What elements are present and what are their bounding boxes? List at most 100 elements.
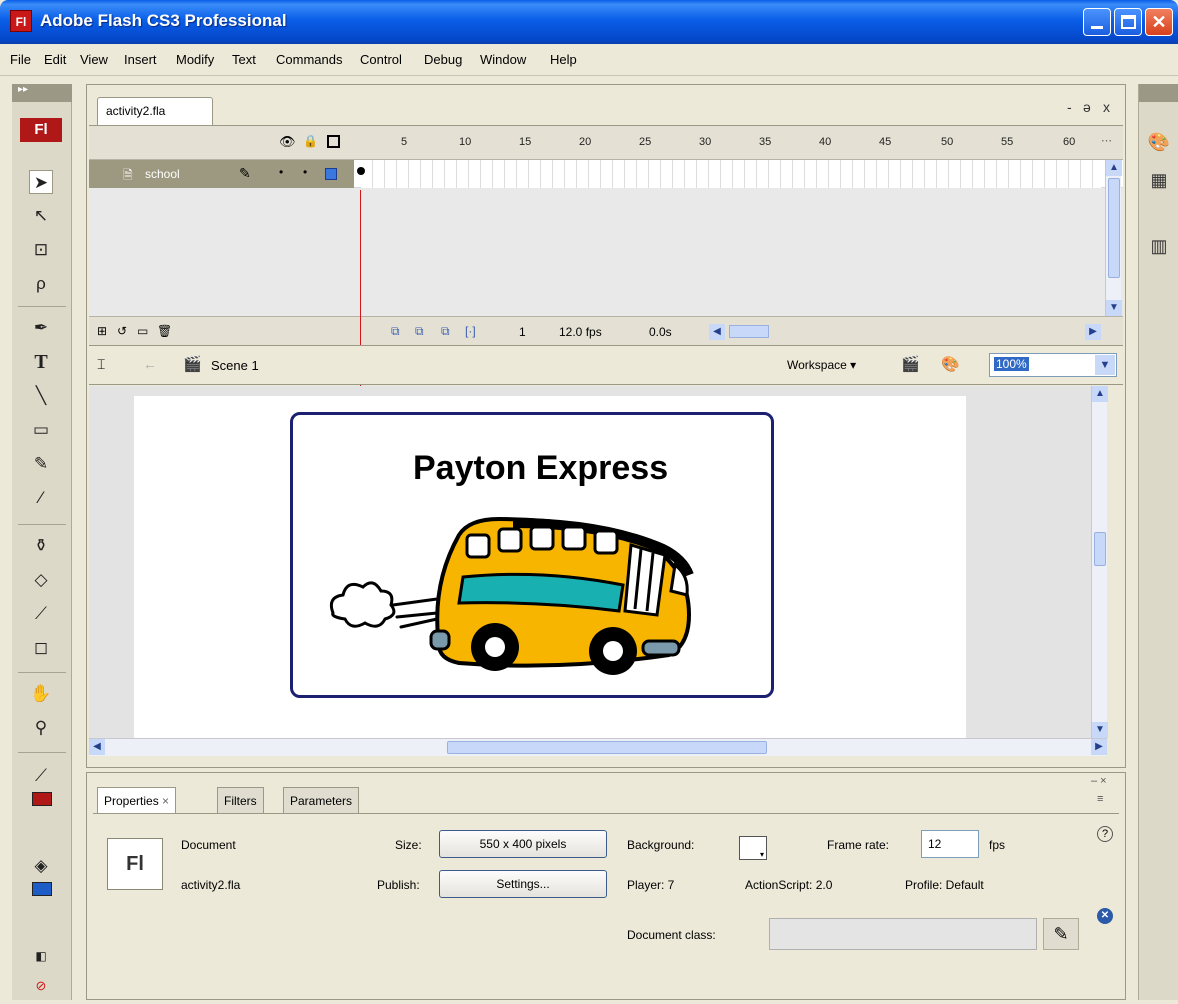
panel-restore-icon[interactable]: ǝ <box>1083 99 1091 115</box>
publish-settings-button[interactable]: Settings... <box>439 870 607 898</box>
scroll-up-icon[interactable]: ▲ <box>1106 160 1122 176</box>
panel-minimize-icon[interactable]: - <box>1067 99 1072 115</box>
selection-tool-icon[interactable]: ➤ <box>29 170 53 194</box>
lock-icon[interactable]: 🔒 <box>303 134 318 148</box>
stroke-color-icon[interactable]: ⟋ <box>29 764 53 788</box>
scroll-thumb[interactable] <box>447 741 767 754</box>
timeline-menu-icon[interactable]: ⋯ <box>1101 134 1112 147</box>
zoom-tool-icon[interactable]: ⚲ <box>29 716 53 740</box>
layer-outline-color[interactable] <box>325 168 337 180</box>
menu-edit[interactable]: Edit <box>44 52 66 67</box>
help-icon[interactable]: ? <box>1097 826 1113 842</box>
delete-layer-icon[interactable]: 🗑 <box>157 324 172 338</box>
close-button[interactable]: ✕ <box>1145 8 1173 36</box>
keyframe-dot[interactable] <box>357 167 365 175</box>
document-class-input[interactable] <box>769 918 1037 950</box>
hand-tool-icon[interactable]: ✋ <box>29 682 53 706</box>
brush-tool-icon[interactable]: ⁄ <box>29 486 53 510</box>
lasso-tool-icon[interactable]: ρ <box>29 272 53 296</box>
frame-cells[interactable] <box>361 160 1101 188</box>
menu-text[interactable]: Text <box>232 52 256 67</box>
tab-close-icon[interactable]: × <box>162 794 169 808</box>
scroll-left-icon[interactable]: ◀ <box>709 324 725 340</box>
color-panel-icon[interactable]: 🎨 <box>1147 130 1171 154</box>
visibility-dot[interactable]: • <box>279 165 283 179</box>
no-color-icon[interactable]: ⊘ <box>29 974 53 998</box>
panel-close-icon[interactable]: x <box>1103 99 1110 115</box>
menu-commands[interactable]: Commands <box>276 52 342 67</box>
center-frame-icon[interactable]: ⧉ <box>391 324 400 339</box>
menu-control[interactable]: Control <box>360 52 402 67</box>
library-panel-icon[interactable]: ▥ <box>1147 234 1171 258</box>
onion-skin-icon[interactable]: ⧉ <box>415 324 424 339</box>
tab-filters[interactable]: Filters <box>217 787 264 813</box>
menu-window[interactable]: Window <box>480 52 526 67</box>
zoom-select[interactable]: 100% ▼ <box>989 353 1117 377</box>
timeline-toggle-icon[interactable]: ⌶ <box>97 356 105 373</box>
menu-help[interactable]: Help <box>550 52 577 67</box>
tab-parameters[interactable]: Parameters <box>283 787 360 813</box>
tab-properties[interactable]: Properties × <box>97 787 177 813</box>
scroll-down-icon[interactable]: ▼ <box>1106 300 1122 316</box>
eyedropper-tool-icon[interactable]: ⟋ <box>29 602 53 626</box>
swap-colors-icon[interactable]: ◧ <box>29 944 53 968</box>
minimize-button[interactable] <box>1083 8 1111 36</box>
stage-vscroll[interactable]: ▲ ▼ <box>1091 386 1108 738</box>
size-button[interactable]: 550 x 400 pixels <box>439 830 607 858</box>
edit-multiple-frames-icon[interactable]: [·] <box>465 324 476 338</box>
insert-folder-icon[interactable]: ▭ <box>137 324 148 338</box>
fill-color-swatch[interactable] <box>32 882 52 896</box>
edit-scene-icon[interactable]: 🎬 <box>901 355 920 373</box>
line-tool-icon[interactable]: ╲ <box>29 384 53 408</box>
scroll-right-icon[interactable]: ▶ <box>1091 739 1107 755</box>
fill-color-icon[interactable]: ◈ <box>29 854 53 878</box>
stroke-color-swatch[interactable] <box>32 792 52 806</box>
document-tab[interactable]: activity2.fla <box>97 97 213 125</box>
lock-dot[interactable]: • <box>303 165 307 179</box>
scroll-thumb[interactable] <box>1108 178 1120 278</box>
maximize-button[interactable] <box>1114 8 1142 36</box>
scroll-down-icon[interactable]: ▼ <box>1092 722 1108 738</box>
info-icon[interactable]: ✕ <box>1097 908 1113 924</box>
scroll-up-icon[interactable]: ▲ <box>1092 386 1108 402</box>
edit-class-button[interactable]: ✎ <box>1043 918 1079 950</box>
text-tool-icon[interactable]: T <box>29 350 53 374</box>
menu-insert[interactable]: Insert <box>124 52 157 67</box>
add-motion-guide-icon[interactable]: ↺ <box>117 324 127 338</box>
scroll-right-icon[interactable]: ▶ <box>1085 324 1101 340</box>
eye-icon[interactable]: 👁 <box>279 134 296 150</box>
scene-name[interactable]: Scene 1 <box>211 358 259 373</box>
free-transform-tool-icon[interactable]: ⊡ <box>29 238 53 262</box>
dock-header[interactable] <box>1139 84 1178 102</box>
paint-bucket-tool-icon[interactable]: ◇ <box>29 568 53 592</box>
scroll-thumb[interactable] <box>1094 532 1106 566</box>
panel-collapse-icon[interactable]: – × <box>1091 775 1107 787</box>
stage[interactable]: Payton Express <box>134 396 966 738</box>
pen-tool-icon[interactable]: ✒ <box>29 316 53 340</box>
chevron-down-icon[interactable]: ▼ <box>1095 355 1115 375</box>
background-color-swatch[interactable]: ▾ <box>739 836 767 860</box>
frame-rate-input[interactable]: 12 <box>921 830 979 858</box>
swatches-panel-icon[interactable]: ▦ <box>1147 168 1171 192</box>
menu-view[interactable]: View <box>80 52 108 67</box>
layer-name-cell[interactable]: 🗎 school ✎ • • <box>89 160 354 188</box>
menu-debug[interactable]: Debug <box>424 52 462 67</box>
insert-layer-icon[interactable]: ⊞ <box>97 324 107 338</box>
eraser-tool-icon[interactable]: ◻ <box>29 636 53 660</box>
pencil-tool-icon[interactable]: ✎ <box>29 452 53 476</box>
menu-modify[interactable]: Modify <box>176 52 214 67</box>
outline-icon[interactable] <box>327 135 340 148</box>
workspace-menu[interactable]: Workspace ▾ <box>787 358 856 372</box>
back-arrow-icon[interactable]: ← <box>143 356 157 372</box>
layer-row[interactable]: 🗎 school ✎ • • <box>89 160 1123 188</box>
rectangle-tool-icon[interactable]: ▭ <box>29 418 53 442</box>
timeline-vscroll[interactable]: ▲ ▼ <box>1105 160 1122 316</box>
ink-bottle-tool-icon[interactable]: ⚱ <box>29 534 53 558</box>
menu-file[interactable]: File <box>10 52 31 67</box>
tools-panel-header[interactable]: ▸▸ <box>12 84 72 102</box>
timeline-hscroll-thumb[interactable] <box>729 325 769 338</box>
scroll-left-icon[interactable]: ◀ <box>89 739 105 755</box>
onion-outlines-icon[interactable]: ⧉ <box>441 324 450 339</box>
edit-symbols-icon[interactable]: 🎨 <box>941 355 960 373</box>
subselection-tool-icon[interactable]: ↖ <box>29 204 53 228</box>
